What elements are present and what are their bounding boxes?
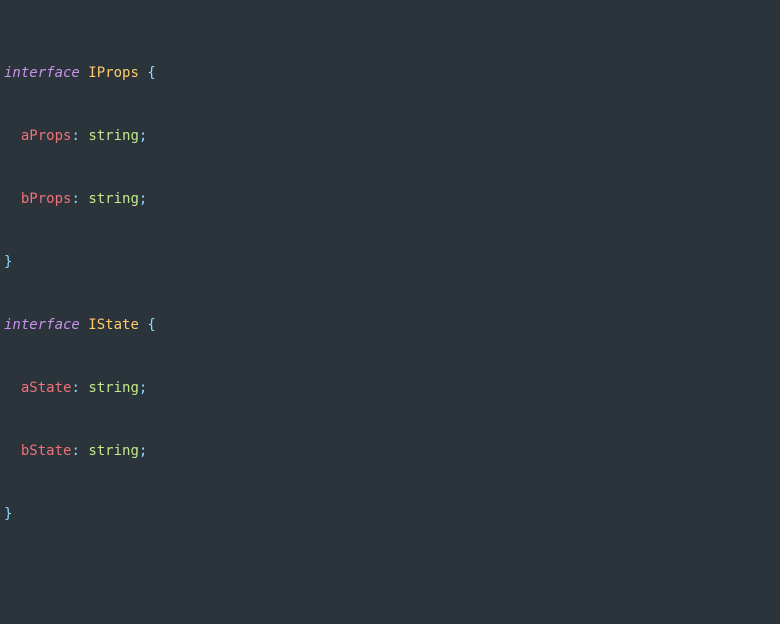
- prop-bstate: bState: [21, 443, 72, 459]
- semicolon: ;: [139, 380, 147, 396]
- code-line[interactable]: bState: string;: [0, 441, 780, 462]
- prop-astate: aState: [21, 380, 72, 396]
- brace-close: }: [4, 506, 12, 522]
- prop-aprops: aProps: [21, 128, 72, 144]
- type-string: string: [88, 191, 139, 207]
- type-iprops: IProps: [88, 65, 139, 81]
- colon: :: [71, 191, 79, 207]
- brace-close: }: [4, 254, 12, 270]
- code-line[interactable]: }: [0, 252, 780, 273]
- keyword-interface: interface: [4, 65, 80, 81]
- type-istate: IState: [88, 317, 139, 333]
- code-editor[interactable]: interface IProps { aProps: string; bProp…: [0, 0, 780, 624]
- code-line[interactable]: interface IState {: [0, 315, 780, 336]
- colon: :: [71, 380, 79, 396]
- code-line[interactable]: interface IProps {: [0, 63, 780, 84]
- colon: :: [71, 128, 79, 144]
- code-line[interactable]: [0, 567, 780, 588]
- semicolon: ;: [139, 128, 147, 144]
- type-string: string: [88, 128, 139, 144]
- semicolon: ;: [139, 191, 147, 207]
- code-line[interactable]: aState: string;: [0, 378, 780, 399]
- type-string: string: [88, 380, 139, 396]
- code-line[interactable]: aProps: string;: [0, 126, 780, 147]
- code-line[interactable]: }: [0, 504, 780, 525]
- colon: :: [71, 443, 79, 459]
- brace-open: {: [147, 65, 155, 81]
- type-string: string: [88, 443, 139, 459]
- brace-open: {: [147, 317, 155, 333]
- semicolon: ;: [139, 443, 147, 459]
- keyword-interface: interface: [4, 317, 80, 333]
- prop-bprops: bProps: [21, 191, 72, 207]
- code-line[interactable]: bProps: string;: [0, 189, 780, 210]
